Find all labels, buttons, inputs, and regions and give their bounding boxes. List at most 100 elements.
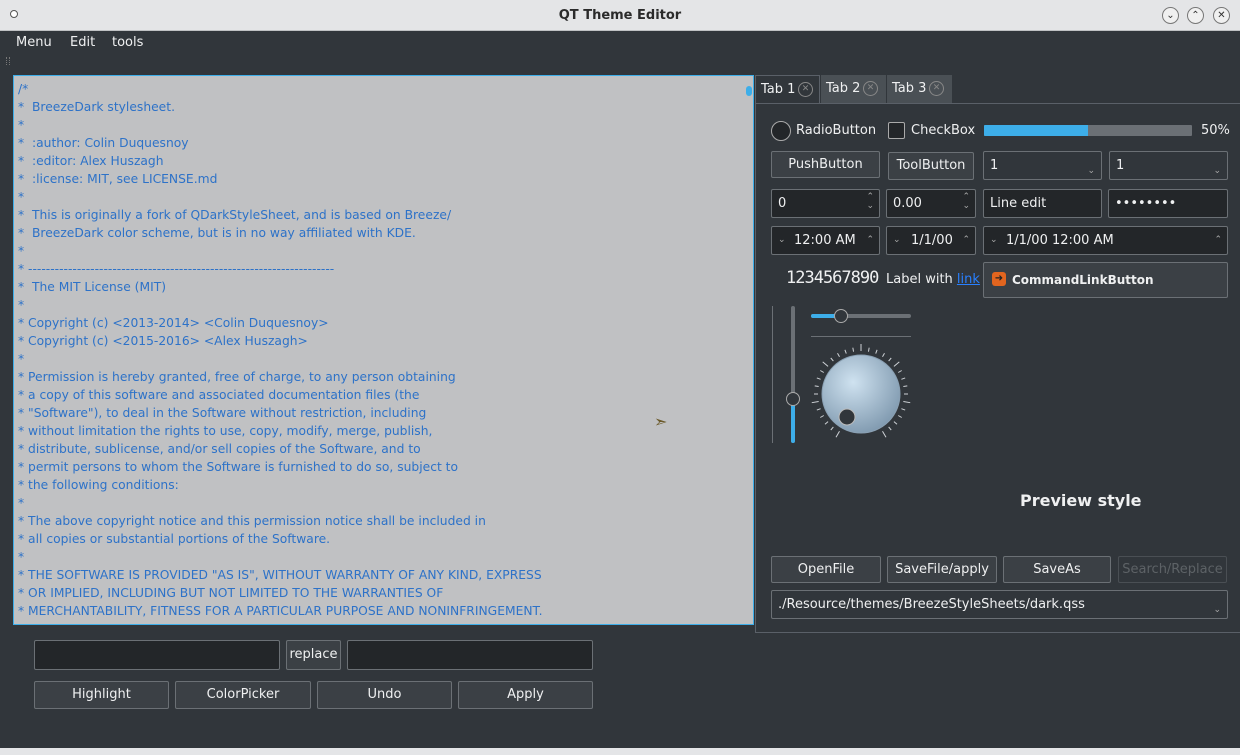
editor-line: * :license: MIT, see LICENSE.md (18, 172, 218, 186)
horizontal-slider[interactable] (811, 309, 911, 323)
tool-button[interactable]: ToolButton (888, 152, 974, 180)
dial-tick (837, 353, 840, 358)
toolbar-grip[interactable] (6, 57, 10, 65)
double-spin-box[interactable]: 0.00 ⌃ ⌄ (886, 189, 976, 218)
combo-box-2-value: 1 (1116, 158, 1125, 173)
radio-button-circle[interactable] (771, 121, 791, 141)
date-edit[interactable]: ⌄ 1/1/00 ⌃ (886, 226, 976, 255)
label-text: Label with (886, 272, 957, 287)
command-link-label: CommandLinkButton (1012, 273, 1154, 287)
editor-line: * (18, 496, 25, 510)
minimize-icon[interactable]: ⌄ (1162, 7, 1179, 24)
editor-line: * --------------------------------------… (18, 262, 335, 276)
password-edit[interactable]: •••••••• (1108, 189, 1228, 218)
editor-line: /* (18, 82, 29, 96)
editor-line: * The MIT License (MIT) (18, 280, 167, 294)
datetime-edit-value: 1/1/00 12:00 AM (1006, 233, 1114, 248)
chevron-up-icon[interactable]: ⌃ (1214, 227, 1222, 254)
search-replace-button: Search/Replace (1118, 556, 1227, 583)
spin-arrows-icon[interactable]: ⌃ ⌄ (866, 193, 874, 211)
editor-line: * Copyright (c) <2015-2016> <Alex Huszag… (18, 334, 308, 348)
preview-title: Preview style (1020, 491, 1142, 510)
menu-menu[interactable]: Menu (16, 35, 52, 50)
menu-edit[interactable]: Edit (70, 35, 95, 50)
dial-tick (844, 349, 847, 354)
tab-3[interactable]: Tab 3 ✕ (887, 75, 952, 103)
open-file-button[interactable]: OpenFile (771, 556, 881, 583)
editor-line: * (18, 550, 25, 564)
dial-tick (822, 361, 829, 367)
horizontal-slider-handle[interactable] (834, 309, 848, 323)
dial-handle[interactable] (838, 408, 856, 426)
editor-line: * BreezeDark stylesheet. (18, 100, 175, 114)
chevron-down-icon[interactable]: ⌄ (893, 227, 901, 254)
editor-line: * "Software"), to deal in the Software w… (18, 406, 427, 420)
spin-box[interactable]: 0 ⌃ ⌄ (771, 189, 880, 218)
vertical-slider[interactable] (786, 306, 800, 443)
push-button[interactable]: PushButton (771, 151, 880, 178)
chevron-up-icon[interactable]: ⌃ (962, 227, 970, 254)
progress-fill (984, 125, 1088, 136)
label-link[interactable]: link (957, 272, 980, 287)
highlight-button[interactable]: Highlight (34, 681, 169, 709)
combo-box-1[interactable]: 1 ⌄ (983, 151, 1102, 180)
replace-button[interactable]: replace (286, 640, 341, 670)
editor-line: * the following conditions: (18, 478, 179, 492)
undo-button[interactable]: Undo (317, 681, 452, 709)
chevron-down-icon[interactable]: ⌄ (778, 227, 786, 254)
theme-path-value: ./Resource/themes/BreezeStyleSheets/dark… (778, 597, 1085, 612)
dial-tick (897, 415, 902, 418)
title-bar: QT Theme Editor ⌄ ⌃ ✕ (0, 0, 1240, 31)
combo-box-2[interactable]: 1 ⌄ (1109, 151, 1228, 180)
editor-line: * (18, 352, 25, 366)
dial-tick (867, 347, 870, 352)
chevron-up-icon[interactable]: ⌃ (866, 227, 874, 254)
editor-text: /* * BreezeDark stylesheet. * * :author: Co… (18, 80, 543, 624)
label-with-link: Label with link (886, 272, 980, 287)
dial-knob (821, 354, 901, 434)
editor-line: * permit persons to whom the Software is… (18, 460, 459, 474)
tab-1[interactable]: Tab 1 ✕ (755, 75, 820, 103)
time-edit[interactable]: ⌄ 12:00 AM ⌃ (771, 226, 880, 255)
chevron-down-icon[interactable]: ⌄ (990, 227, 998, 254)
spin-box-value: 0 (778, 196, 787, 211)
dial-tick (903, 385, 908, 388)
save-as-button[interactable]: SaveAs (1003, 556, 1111, 583)
tab-1-label: Tab 1 (761, 82, 796, 97)
replace-input[interactable] (347, 640, 593, 670)
theme-path-combo[interactable]: ./Resource/themes/BreezeStyleSheets/dark… (771, 590, 1228, 619)
menu-tools[interactable]: tools (112, 35, 143, 50)
tab-2[interactable]: Tab 2 ✕ (821, 75, 886, 103)
editor-line: * a copy of this software and associated… (18, 388, 420, 402)
command-link-button[interactable]: ➜ CommandLinkButton (983, 262, 1228, 298)
tab-close-icon[interactable]: ✕ (798, 82, 813, 97)
dial-tick (811, 400, 819, 404)
dial-tick (816, 408, 821, 411)
find-input[interactable] (34, 640, 280, 670)
save-file-apply-button[interactable]: SaveFile/apply (887, 556, 997, 583)
line-edit[interactable]: Line edit (983, 189, 1102, 218)
dial-tick (888, 426, 892, 431)
editor-line: * (18, 620, 543, 624)
close-icon[interactable]: ✕ (1213, 7, 1230, 24)
dial-tick (852, 347, 855, 352)
editor-line: * Copyright (c) <2013-2014> <Colin Duque… (18, 316, 329, 330)
tab-close-icon[interactable]: ✕ (863, 81, 878, 96)
dial[interactable] (808, 342, 914, 442)
editor-scrollbar[interactable] (746, 86, 752, 96)
checkbox-box[interactable] (888, 122, 905, 139)
radio-button-label: RadioButton (796, 123, 877, 138)
combo-box-1-value: 1 (990, 158, 999, 173)
datetime-edit[interactable]: ⌄ 1/1/00 12:00 AM ⌃ (983, 226, 1228, 255)
progress-bar (984, 125, 1192, 136)
stylesheet-editor[interactable]: /* * BreezeDark stylesheet. * * :author: Co… (13, 75, 754, 625)
tab-3-label: Tab 3 (892, 81, 927, 96)
maximize-icon[interactable]: ⌃ (1187, 7, 1204, 24)
apply-button[interactable]: Apply (458, 681, 593, 709)
tab-close-icon[interactable]: ✕ (929, 81, 944, 96)
editor-line: * Permission is hereby granted, free of … (18, 370, 456, 384)
dial-tick (835, 430, 840, 438)
colorpicker-button[interactable]: ColorPicker (175, 681, 311, 709)
arrow-right-icon: ➜ (992, 272, 1006, 286)
spin-arrows-icon[interactable]: ⌃ ⌄ (962, 193, 970, 211)
